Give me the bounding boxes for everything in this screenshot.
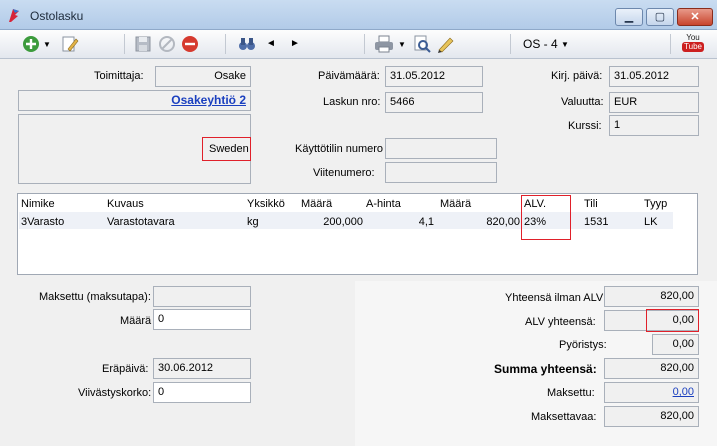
date-field[interactable]: 31.05.2012 bbox=[385, 66, 483, 87]
os-version-label[interactable]: OS - 4 bbox=[523, 37, 558, 51]
currency-label: Valuutta: bbox=[561, 96, 604, 108]
cancel-icon[interactable] bbox=[158, 35, 176, 53]
column-header-type[interactable]: Tyyp bbox=[644, 198, 667, 210]
table-cell-quantity[interactable]: 200,000 bbox=[301, 216, 363, 228]
vat-total-label: ALV yhteensä: bbox=[525, 316, 596, 328]
vat-total-highlight bbox=[646, 309, 699, 332]
paid-method-label: Maksettu (maksutapa): bbox=[39, 291, 151, 303]
supplier-code-field[interactable]: Osake bbox=[155, 66, 251, 87]
reference-number-field[interactable] bbox=[385, 162, 497, 183]
add-icon[interactable] bbox=[22, 35, 40, 53]
youtube-tube-text: Tube bbox=[682, 42, 704, 52]
paid-method-field[interactable] bbox=[153, 286, 251, 307]
youtube-you-text: You bbox=[686, 33, 700, 42]
column-header-quantity[interactable]: Määrä bbox=[301, 198, 332, 210]
title-bar: Ostolasku ▁ ▢ ✕ bbox=[0, 0, 717, 30]
maximize-button[interactable]: ▢ bbox=[646, 8, 674, 26]
account-number-field[interactable] bbox=[385, 138, 497, 159]
date-label: Päivämäärä: bbox=[318, 70, 380, 82]
previous-record-icon[interactable]: ◄ bbox=[266, 38, 276, 49]
print-dropdown-arrow-icon[interactable]: ▼ bbox=[398, 40, 406, 49]
delete-icon[interactable] bbox=[181, 35, 199, 53]
due-date-field[interactable]: 30.06.2012 bbox=[153, 358, 251, 379]
next-record-icon[interactable]: ► bbox=[290, 38, 300, 49]
account-number-label: Käyttötilin numero bbox=[295, 143, 384, 155]
supplier-name-link[interactable]: Osakeyhtiö 2 bbox=[18, 90, 251, 111]
table-cell-amount[interactable]: 820,00 bbox=[440, 216, 520, 228]
edit-icon[interactable] bbox=[61, 35, 79, 53]
grand-total-field[interactable]: 820,00 bbox=[604, 358, 699, 379]
supplier-label: Toimittaja: bbox=[94, 70, 144, 82]
amount-field[interactable]: 0 bbox=[153, 309, 251, 330]
table-cell-unit-price[interactable]: 4,1 bbox=[366, 216, 434, 228]
rate-label: Kurssi: bbox=[568, 120, 602, 132]
rate-field[interactable]: 1 bbox=[609, 115, 699, 136]
rounding-label: Pyöristys: bbox=[559, 339, 607, 351]
print-icon[interactable] bbox=[374, 35, 394, 53]
grand-total-label: Summa yhteensä: bbox=[494, 362, 597, 376]
column-header-amount[interactable]: Määrä bbox=[440, 198, 471, 210]
currency-field[interactable]: EUR bbox=[609, 92, 699, 113]
column-header-description[interactable]: Kuvaus bbox=[107, 198, 144, 210]
amount-label: Määrä bbox=[120, 315, 152, 327]
booking-date-label: Kirj. päivä: bbox=[551, 70, 603, 82]
payable-field[interactable]: 820,00 bbox=[604, 406, 699, 427]
column-header-unit[interactable]: Yksikkö bbox=[247, 198, 285, 210]
paid-label: Maksettu: bbox=[547, 387, 595, 399]
purchase-invoice-window: Ostolasku ▁ ▢ ✕ ▼ ◄ ► ▼ OS - 4 ▼ You Tub… bbox=[0, 0, 717, 446]
window-title: Ostolasku bbox=[30, 9, 84, 23]
app-logo-icon bbox=[6, 7, 22, 23]
late-interest-label: Viivästyskorko: bbox=[78, 387, 152, 399]
supplier-country: Sweden bbox=[209, 143, 249, 155]
total-excl-vat-label: Yhteensä ilman ALV bbox=[505, 292, 604, 304]
due-date-label: Eräpäivä: bbox=[102, 363, 149, 375]
close-button[interactable]: ✕ bbox=[677, 8, 713, 26]
column-header-item[interactable]: Nimike bbox=[21, 198, 55, 210]
total-excl-vat-field[interactable]: 820,00 bbox=[604, 286, 699, 307]
toolbar: ▼ ◄ ► ▼ OS - 4 ▼ You Tube bbox=[0, 30, 717, 59]
binoculars-icon[interactable] bbox=[238, 35, 256, 53]
table-cell-unit[interactable]: kg bbox=[247, 216, 259, 228]
booking-date-field[interactable]: 31.05.2012 bbox=[609, 66, 699, 87]
sign-icon[interactable] bbox=[437, 35, 455, 53]
vat-column-highlight bbox=[521, 195, 571, 240]
table-cell-type[interactable]: LK bbox=[644, 216, 657, 228]
table-cell-item[interactable]: 3Varasto bbox=[21, 216, 64, 228]
print-preview-icon[interactable] bbox=[413, 35, 431, 53]
youtube-icon[interactable]: You Tube bbox=[682, 33, 704, 55]
minimize-button[interactable]: ▁ bbox=[615, 8, 643, 26]
os-dropdown-arrow-icon[interactable]: ▼ bbox=[561, 40, 569, 49]
invoice-number-field[interactable]: 5466 bbox=[385, 92, 483, 113]
table-cell-description[interactable]: Varastotavara bbox=[107, 216, 175, 228]
rounding-field[interactable]: 0,00 bbox=[652, 334, 699, 355]
invoice-number-label: Laskun nro: bbox=[323, 96, 381, 108]
reference-number-label: Viitenumero: bbox=[313, 167, 375, 179]
invoice-lines-grid[interactable]: Nimike Kuvaus Yksikkö Määrä A-hinta Määr… bbox=[17, 193, 698, 275]
late-interest-field[interactable]: 0 bbox=[153, 382, 251, 403]
paid-link[interactable]: 0,00 bbox=[604, 382, 699, 403]
save-icon[interactable] bbox=[134, 35, 152, 53]
payable-label: Maksettavaa: bbox=[531, 411, 597, 423]
table-cell-account[interactable]: 1531 bbox=[584, 216, 608, 228]
column-header-account[interactable]: Tili bbox=[584, 198, 598, 210]
add-dropdown-arrow-icon[interactable]: ▼ bbox=[43, 40, 51, 49]
column-header-unit-price[interactable]: A-hinta bbox=[366, 198, 401, 210]
